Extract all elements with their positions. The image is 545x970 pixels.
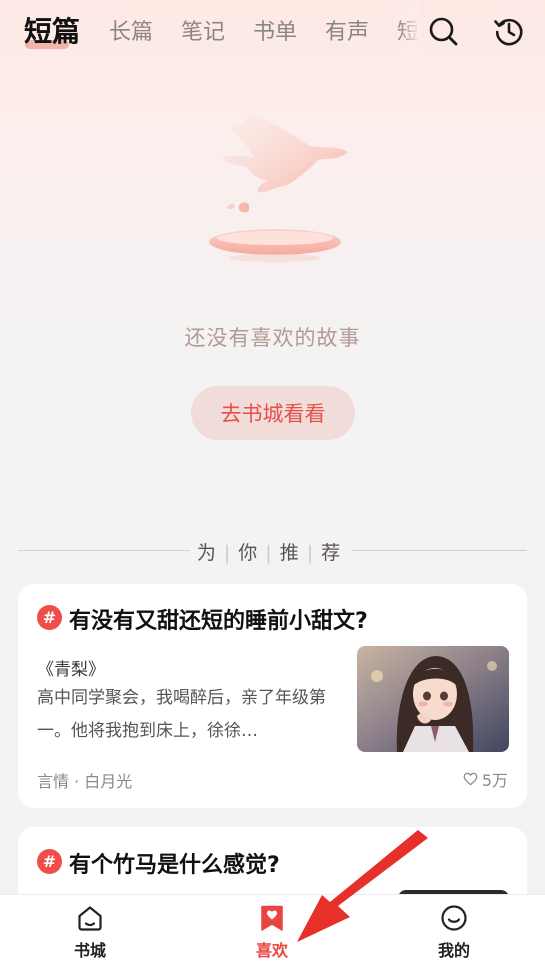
book-name: 《青梨》: [37, 660, 105, 680]
tab-fade-overlay: [398, 0, 420, 64]
book-tags: 言情 · 白月光: [37, 772, 133, 791]
nav-label: 书城: [73, 941, 106, 960]
recommend-title: 为|你|推|荐: [196, 542, 349, 564]
nav-item-profile[interactable]: 我的: [404, 903, 504, 961]
heart-icon: [463, 772, 478, 786]
history-icon[interactable]: [493, 15, 525, 47]
recommend-card[interactable]: # 有没有又甜还短的睡前小甜文? 《青梨》 高中同学聚会，我喝醉后，亲了年级第一…: [18, 584, 527, 808]
tab-short[interactable]: 短篇: [24, 10, 80, 50]
likes-count-text: 5万: [481, 771, 508, 790]
nav-item-bookstore[interactable]: 书城: [40, 903, 140, 961]
recommend-section-header: 为|你|推|荐: [18, 536, 527, 564]
bottom-navigation-bar: 书城 喜欢 我的: [0, 894, 545, 970]
home-icon: [78, 906, 102, 931]
card-title[interactable]: 有个竹马是什么感觉?: [69, 847, 280, 879]
tab-audio[interactable]: 有声: [325, 14, 369, 46]
topic-hash-icon: #: [37, 605, 62, 630]
topic-hash-icon: #: [37, 849, 62, 874]
bookmark-heart-icon: [261, 905, 283, 931]
likes-count[interactable]: 5万: [463, 767, 508, 791]
smiley-icon: [441, 905, 467, 931]
book-cover-image[interactable]: [357, 646, 509, 752]
empty-hand-plate-illustration: [209, 113, 348, 262]
tab-long[interactable]: 长篇: [109, 14, 153, 46]
tab-notes[interactable]: 笔记: [181, 14, 225, 46]
nav-label: 我的: [437, 941, 470, 960]
tab-booklist[interactable]: 书单: [253, 14, 297, 46]
book-description: 高中同学聚会，我喝醉后，亲了年级第一。他将我抱到床上，徐徐…: [37, 688, 326, 741]
nav-label: 喜欢: [255, 941, 288, 960]
card-title[interactable]: 有没有又甜还短的睡前小甜文?: [69, 603, 368, 635]
go-to-bookstore-button[interactable]: 去书城看看: [191, 386, 355, 440]
search-icon[interactable]: [427, 15, 459, 47]
nav-item-favorites[interactable]: 喜欢: [222, 903, 322, 961]
empty-state-message: 还没有喜欢的故事: [184, 326, 361, 350]
top-tab-bar: 短篇 长篇 笔记 书单 有声 短: [0, 0, 545, 64]
